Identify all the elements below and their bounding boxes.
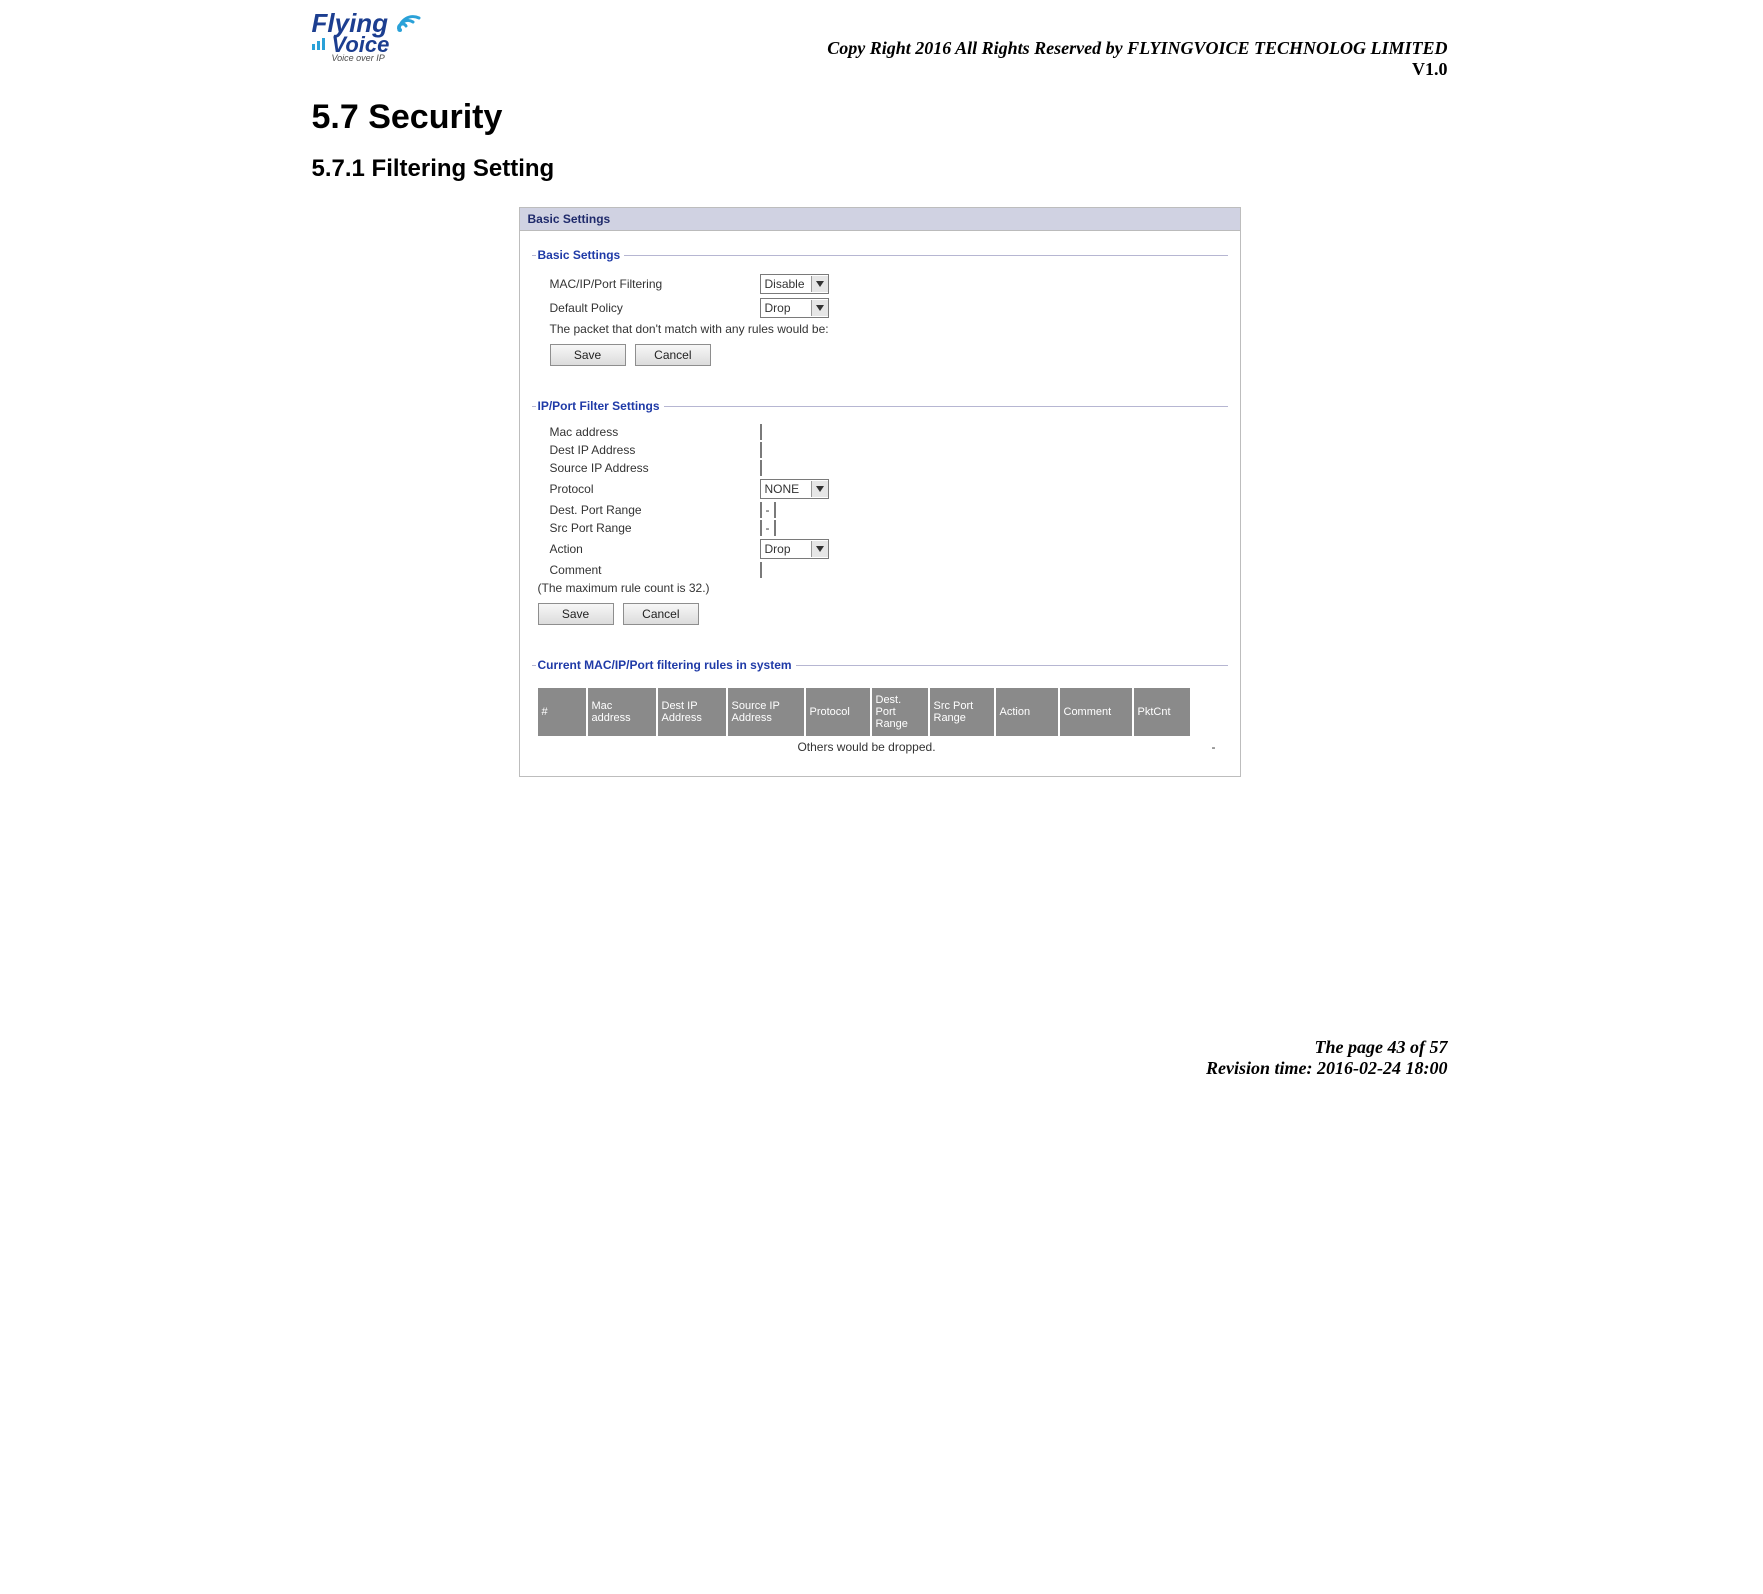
basic-settings-legend: Basic Settings [536,248,625,262]
rules-table: # Mac address Dest IP Address Source IP … [538,688,1222,754]
logo-tagline: Voice over IP [332,54,432,63]
version-text: V1.0 [827,59,1447,80]
rules-footer-text: Others would be dropped. [538,740,1196,754]
th-destip: Dest IP Address [658,688,726,736]
srcip-input[interactable] [760,460,762,476]
dropdown-icon [811,276,828,292]
cancel-button[interactable]: Cancel [635,344,711,366]
header-right: Copy Right 2016 All Rights Reserved by F… [827,38,1447,80]
filtering-select-value: Disable [765,277,809,291]
rules-footer: Others would be dropped. - [538,740,1222,754]
action-select[interactable]: Drop [760,539,829,559]
ipport-buttons: Save Cancel [538,603,1222,625]
th-action: Action [996,688,1058,736]
rules-header-row: # Mac address Dest IP Address Source IP … [538,688,1222,736]
dropdown-icon [811,300,828,316]
logo: Flying [312,10,432,63]
max-rule-note: (The maximum rule count is 32.) [538,581,1222,595]
th-mac: Mac address [588,688,656,736]
th-pktcnt: PktCnt [1134,688,1190,736]
page-footer: The page 43 of 57 Revision time: 2016-02… [312,1037,1448,1079]
th-protocol: Protocol [806,688,870,736]
th-destport: Dest. Port Range [872,688,928,736]
th-srcip: Source IP Address [728,688,804,736]
copyright-text: Copy Right 2016 All Rights Reserved by F… [827,38,1447,59]
basic-buttons: Save Cancel [550,344,1222,366]
dropdown-icon [811,541,828,557]
policy-label: Default Policy [550,301,760,315]
action-label: Action [550,542,760,556]
save-button[interactable]: Save [550,344,626,366]
destport-label: Dest. Port Range [550,503,760,517]
save-button[interactable]: Save [538,603,614,625]
srcport-to-input[interactable] [774,520,776,536]
protocol-select-value: NONE [765,482,809,496]
page-header: Flying [312,10,1448,80]
rules-legend: Current MAC/IP/Port filtering rules in s… [536,658,796,672]
revision-time: Revision time: 2016-02-24 18:00 [312,1058,1448,1079]
th-srcport: Src Port Range [930,688,994,736]
mac-label: Mac address [550,425,760,439]
bars-icon [312,34,330,56]
comment-input[interactable] [760,562,762,578]
srcport-label: Src Port Range [550,521,760,535]
srcip-label: Source IP Address [550,461,760,475]
current-rules-group: Current MAC/IP/Port filtering rules in s… [532,651,1228,762]
protocol-select[interactable]: NONE [760,479,829,499]
protocol-label: Protocol [550,482,760,496]
document-page: Flying [302,0,1462,1099]
destip-input[interactable] [760,442,762,458]
ipport-legend: IP/Port Filter Settings [536,399,664,413]
wifi-icon [395,10,421,38]
action-select-value: Drop [765,542,809,556]
range-dash: - [766,521,770,535]
subsection-heading: 5.7.1 Filtering Setting [312,155,1448,183]
section-heading: 5.7 Security [312,98,1448,137]
panel-title: Basic Settings [520,208,1240,231]
th-comment: Comment [1060,688,1132,736]
srcport-from-input[interactable] [760,520,762,536]
destport-from-input[interactable] [760,502,762,518]
destip-label: Dest IP Address [550,443,760,457]
filtering-select[interactable]: Disable [760,274,829,294]
basic-settings-group: Basic Settings MAC/IP/Port Filtering Dis… [532,241,1228,378]
range-dash: - [766,503,770,517]
basic-note: The packet that don't match with any rul… [550,322,1222,336]
page-number: The page 43 of 57 [312,1037,1448,1058]
settings-screenshot: Basic Settings Basic Settings MAC/IP/Por… [519,207,1241,777]
mac-input[interactable] [760,424,762,440]
ipport-settings-group: IP/Port Filter Settings Mac address Dest… [532,392,1228,637]
rules-footer-dash: - [1196,740,1222,754]
th-number: # [538,688,586,736]
comment-label: Comment [550,563,760,577]
cancel-button[interactable]: Cancel [623,603,699,625]
policy-select-value: Drop [765,301,809,315]
dropdown-icon [811,481,828,497]
filtering-label: MAC/IP/Port Filtering [550,277,760,291]
policy-select[interactable]: Drop [760,298,829,318]
destport-to-input[interactable] [774,502,776,518]
